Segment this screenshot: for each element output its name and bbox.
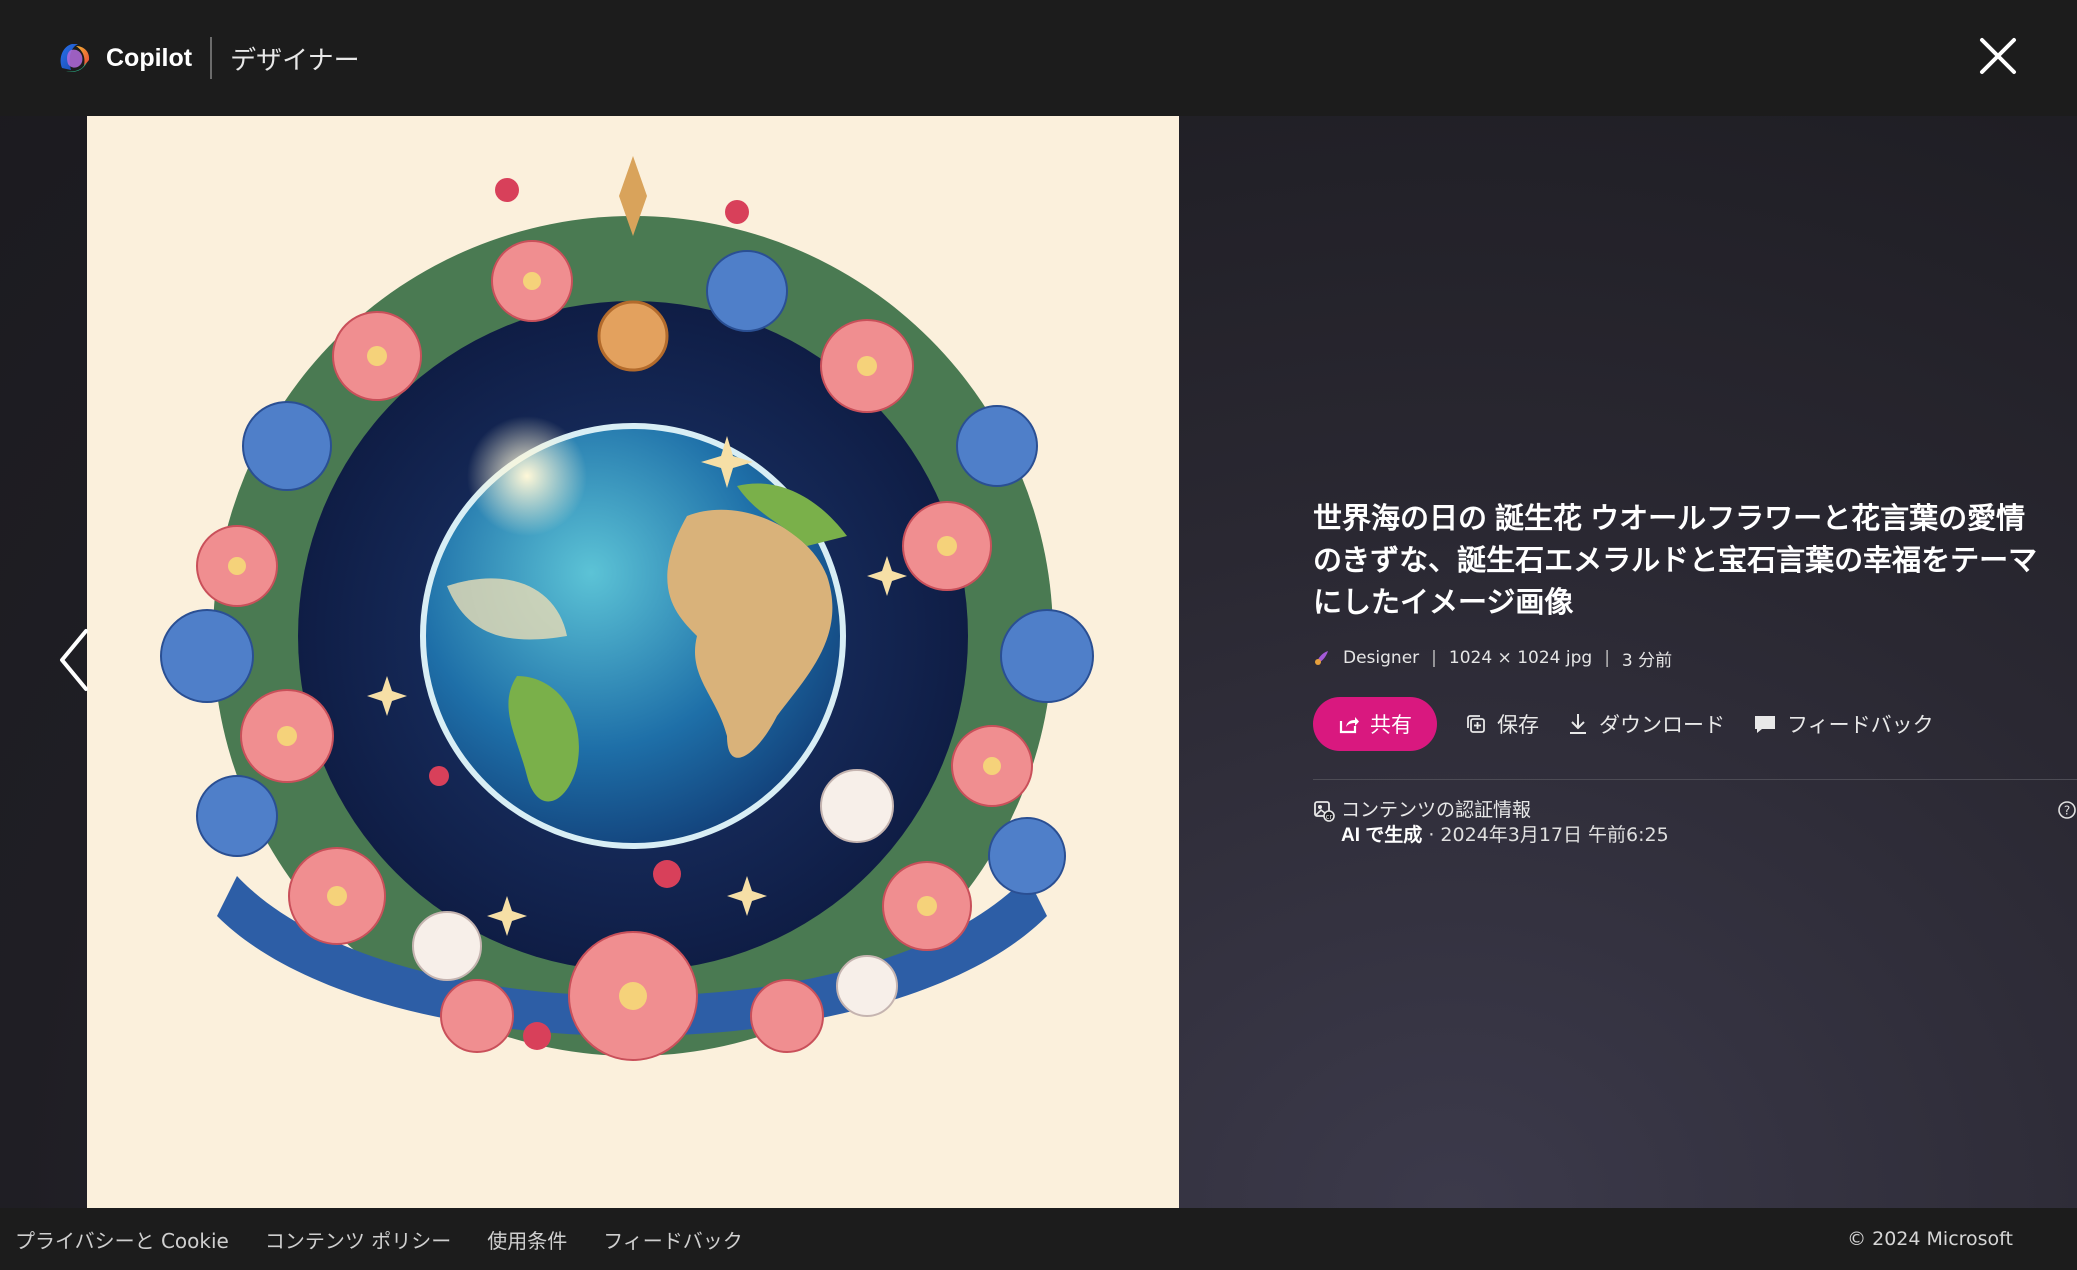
footer-link-content-policy[interactable]: コンテンツ ポリシー [265,1225,451,1254]
svg-text:cr: cr [1326,813,1333,821]
brand-divider [210,37,213,79]
share-label: 共有 [1370,713,1412,737]
close-icon [1980,38,2016,74]
brand-name: Copilot [106,43,193,72]
meta-separator: | [1604,648,1610,668]
image-age: 3 分前 [1621,650,1673,671]
generated-date: · 2024年3月17日 午前6:25 [1422,824,1669,846]
download-button[interactable]: ダウンロード [1567,709,1725,739]
meta-separator: | [1431,648,1437,668]
share-icon [1339,717,1359,734]
image-dimensions: 1024 × 1024 jpg [1448,648,1593,668]
artwork [160,156,1094,1061]
footer-link-terms[interactable]: 使用条件 [487,1225,567,1254]
copyright: © 2024 Microsoft [1847,1228,2013,1250]
generated-label: AI で生成 [1341,825,1423,846]
previous-image-button[interactable] [52,625,96,695]
copilot-logo-icon [60,44,90,72]
content-credentials-icon: cr [1314,801,1335,822]
chevron-left-icon [60,629,88,691]
designer-icon [1315,651,1328,665]
save-collection-icon [1467,715,1485,733]
save-button[interactable]: 保存 [1465,709,1539,739]
footer-links: プライバシーと Cookie コンテンツ ポリシー 使用条件 フィードバック [15,1225,779,1254]
brand[interactable]: Copilot デザイナー [54,37,360,79]
generated-image[interactable] [87,116,1179,1208]
feedback-button[interactable]: フィードバック [1753,709,1934,739]
top-bar: Copilot デザイナー [0,0,2077,116]
footer-link-privacy[interactable]: プライバシーと Cookie [15,1225,229,1254]
image-info-panel: 世界海の日の 誕生花 ウオールフラワーと花言葉の愛情のきずな、誕生石エメラルドと… [1313,498,2077,849]
download-icon [1570,714,1586,734]
save-label: 保存 [1497,713,1539,737]
image-meta: Designer | 1024 × 1024 jpg | 3 分前 [1313,646,2073,671]
close-button[interactable] [1976,34,2020,78]
download-label: ダウンロード [1599,713,1725,737]
share-button[interactable]: 共有 [1313,697,1437,751]
credentials-detail: AI で生成 · 2024年3月17日 午前6:25 [1341,822,1669,849]
content-credentials: cr コンテンツの認証情報 AI で生成 · 2024年3月17日 午前6:25… [1313,798,2077,849]
footer-link-feedback[interactable]: フィードバック [603,1225,743,1254]
footer: プライバシーと Cookie コンテンツ ポリシー 使用条件 フィードバック ©… [0,1208,2077,1270]
credentials-title: コンテンツの認証情報 [1341,799,1532,821]
feedback-icon [1755,716,1775,733]
image-title: 世界海の日の 誕生花 ウオールフラワーと花言葉の愛情のきずな、誕生石エメラルドと… [1313,503,2038,619]
section-divider [1313,779,2077,780]
brand-subtitle: デザイナー [230,45,360,76]
action-bar: 共有 保存 ダウンロード フィードバック [1313,697,2073,751]
creator-label: Designer [1343,648,1420,668]
feedback-label: フィードバック [1787,713,1934,737]
svg-text:?: ? [2064,804,2070,818]
help-icon[interactable]: ? [2057,800,2077,820]
